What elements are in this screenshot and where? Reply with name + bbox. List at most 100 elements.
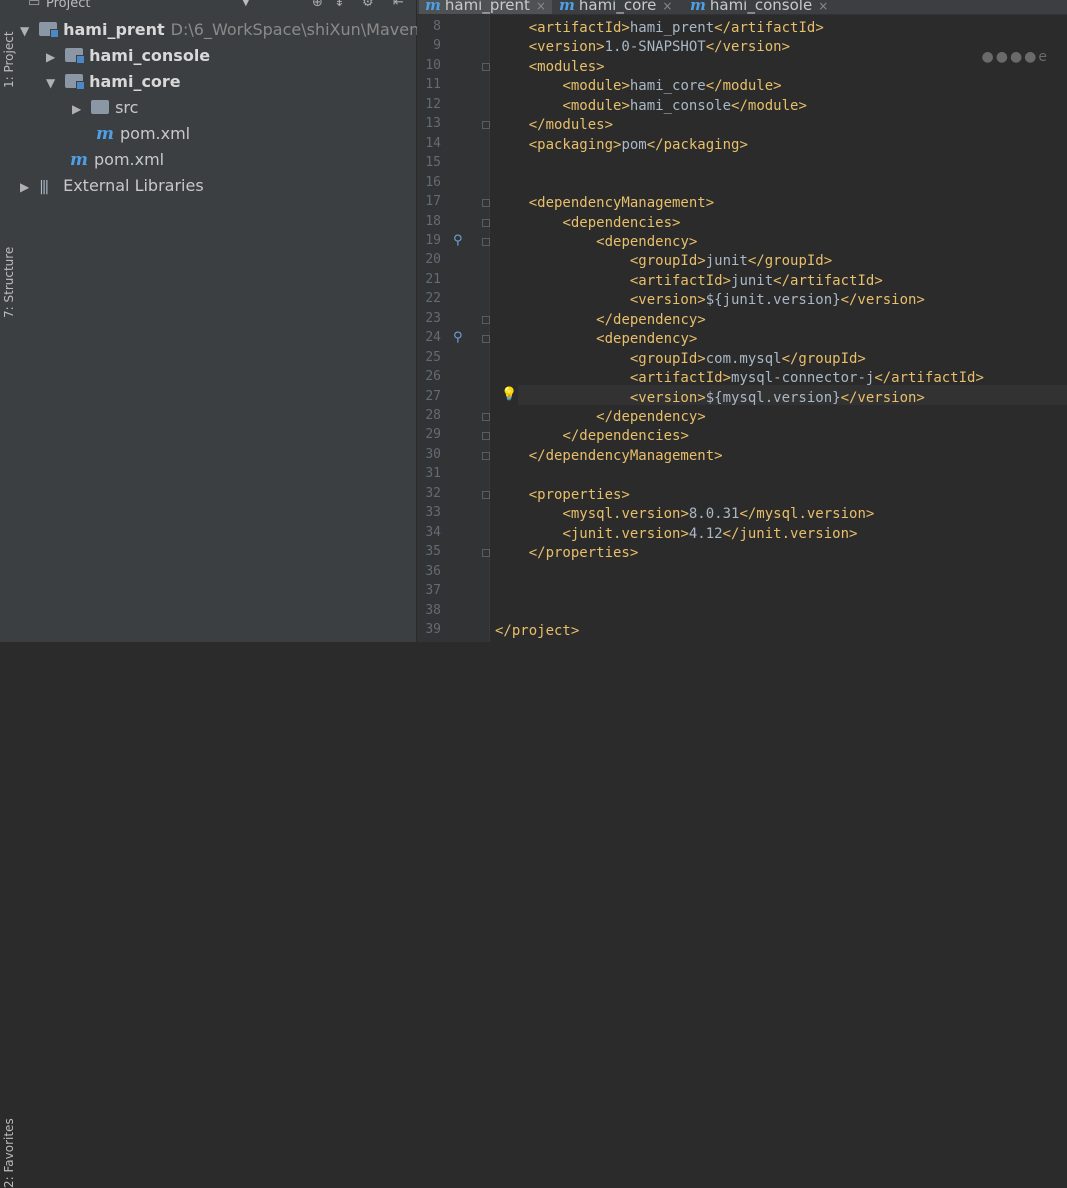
tab-hami-prent[interactable]: m hami_prent × <box>419 0 552 14</box>
line-number: 26 <box>425 369 441 385</box>
code-line[interactable]: <artifactId>junit</artifactId> <box>495 273 883 289</box>
line-number: 34 <box>425 524 441 540</box>
tree-item-hami-core[interactable]: ▼ hami_core <box>46 69 181 95</box>
code-line[interactable]: <properties> <box>495 487 630 503</box>
code-line[interactable]: <version>1.0-SNAPSHOT</version> <box>495 39 790 55</box>
fold-marker-icon[interactable] <box>482 237 490 246</box>
expand-arrow-icon[interactable]: ▼ <box>46 70 60 96</box>
code-line[interactable]: <modules> <box>495 59 605 75</box>
tab-label: hami_prent <box>444 0 530 14</box>
line-number: 28 <box>425 408 441 423</box>
code-line[interactable]: </project> <box>495 623 579 639</box>
code-line[interactable]: <groupId>com.mysql</groupId> <box>495 351 866 367</box>
tree-item-label: hami_core <box>89 72 181 91</box>
fold-marker-icon[interactable] <box>482 490 490 499</box>
project-panel-title: Project <box>46 0 91 11</box>
tree-item-path: D:\6_WorkSpace\shiXun\MavenU <box>170 20 431 39</box>
line-number: 17 <box>425 194 441 210</box>
tree-item-external-libraries[interactable]: ▶ ||| External Libraries <box>20 173 204 199</box>
line-number: 10 <box>425 57 441 73</box>
tree-item-hami-console[interactable]: ▶ hami_console <box>46 43 210 69</box>
tab-structure[interactable]: 7: Structure <box>0 108 16 318</box>
line-number: 20 <box>425 252 441 268</box>
code-line[interactable]: </dependencyManagement> <box>495 448 723 464</box>
tree-item-root-pom[interactable]: m pom.xml <box>70 147 164 173</box>
fold-marker-icon[interactable] <box>482 62 490 71</box>
code-line[interactable]: </modules> <box>495 117 613 133</box>
code-line[interactable]: </properties> <box>495 545 639 561</box>
browser-preview-icons[interactable]: ●●●●e <box>982 49 1049 65</box>
tab-label: hami_core <box>578 0 657 14</box>
code-line[interactable]: <module>hami_console</module> <box>495 98 806 114</box>
line-number: 33 <box>425 505 441 521</box>
code-line[interactable]: <packaging>pom</packaging> <box>495 137 748 153</box>
gear-icon[interactable]: ⚙ <box>362 0 374 9</box>
dependency-marker-icon[interactable]: ⚲ <box>453 331 465 345</box>
fold-marker-icon[interactable] <box>482 413 490 421</box>
code-line[interactable]: </dependencies> <box>495 428 688 444</box>
tab-hami-console[interactable]: m hami_console × <box>684 0 834 14</box>
code-line[interactable]: <dependency> <box>495 234 697 250</box>
code-line[interactable]: <junit.version>4.12</junit.version> <box>495 526 857 542</box>
tree-item-hami-prent[interactable]: ▼ hami_prent D:\6_WorkSpace\shiXun\MavenU <box>20 17 431 43</box>
maven-file-icon: m <box>559 0 575 14</box>
locate-icon[interactable]: ⊕ <box>312 0 323 9</box>
fold-marker-icon[interactable] <box>482 315 490 324</box>
chevron-down-icon[interactable]: ▼ <box>242 0 250 9</box>
tab-label: hami_console <box>709 0 813 14</box>
line-number: 32 <box>425 485 441 501</box>
close-icon[interactable]: × <box>818 0 828 13</box>
line-number: 31 <box>425 466 441 482</box>
tab-hami-core[interactable]: m hami_core × <box>553 0 678 14</box>
line-number: 38 <box>425 602 441 618</box>
tab-structure-label: 7: Structure <box>2 246 16 318</box>
collapse-arrow-icon[interactable]: ▶ <box>20 174 34 200</box>
code-line[interactable]: <artifactId>mysql-connector-j</artifactI… <box>495 370 984 386</box>
tree-item-label: hami_prent <box>63 20 165 39</box>
hide-panel-icon[interactable]: ⇤ <box>393 0 404 9</box>
tool-window-strip: 1: Project 7: Structure 2: Favorites <box>0 0 17 1188</box>
collapse-arrow-icon[interactable]: ▶ <box>46 44 60 70</box>
code-line[interactable]: <dependencyManagement> <box>495 195 714 211</box>
collapse-all-icon[interactable]: ⇟ <box>334 0 345 9</box>
tree-item-label: pom.xml <box>120 124 191 143</box>
code-line[interactable]: <dependencies> <box>495 215 680 231</box>
code-line[interactable]: <dependency> <box>495 331 697 347</box>
code-line[interactable]: <version>${junit.version}</version> <box>495 292 925 308</box>
fold-marker-icon[interactable] <box>482 218 490 227</box>
code-line[interactable]: <mysql.version>8.0.31</mysql.version> <box>495 506 874 522</box>
code-line[interactable]: <artifactId>hami_prent</artifactId> <box>495 20 824 36</box>
editor-tab-bar: m hami_prent × m hami_core × m hami_console × <box>417 0 1067 15</box>
line-number: 37 <box>425 583 441 599</box>
line-number: 11 <box>425 77 441 93</box>
code-line[interactable]: </dependency> <box>495 312 706 328</box>
close-icon[interactable]: × <box>662 0 672 13</box>
code-line[interactable]: </dependency> <box>495 409 706 425</box>
line-number: 35 <box>425 544 441 560</box>
tab-favorites[interactable]: 2: Favorites <box>0 548 16 1188</box>
collapse-arrow-icon[interactable]: ▶ <box>72 96 86 122</box>
fold-marker-icon[interactable] <box>482 451 490 460</box>
close-icon[interactable]: × <box>536 0 546 13</box>
code-line[interactable]: <groupId>junit</groupId> <box>495 253 832 269</box>
tree-item-core-pom[interactable]: m pom.xml <box>96 121 190 147</box>
tab-project[interactable]: 1: Project <box>0 0 16 90</box>
fold-marker-icon[interactable] <box>482 199 490 208</box>
fold-marker-icon[interactable] <box>482 432 490 441</box>
code-line[interactable]: <module>hami_core</module> <box>495 78 781 94</box>
fold-marker-icon[interactable] <box>482 121 490 130</box>
code-line[interactable]: <version>${mysql.version}</version> <box>495 390 925 406</box>
dependency-marker-icon[interactable]: ⚲ <box>453 233 465 248</box>
tab-project-label: 1: Project <box>2 31 16 88</box>
code-editor[interactable]: 💡 ●●●●e <artifactId>hami_prent</artifact… <box>490 15 1067 642</box>
line-number: 27 <box>425 388 441 404</box>
line-number: 13 <box>425 116 441 132</box>
maven-file-icon: m <box>425 0 441 14</box>
tree-item-src[interactable]: ▶ src <box>72 95 138 121</box>
editor-gutter[interactable]: 8 9 10 11 12 13 14 15 16 17 18 19 ⚲ 20 21 22 23 24 ⚲ 25 26 27… <box>417 15 490 642</box>
line-number: 29 <box>425 427 441 443</box>
project-panel: ▭ Project ▼ ⊕ ⇟ ⚙ ⇤ ▼ hami_prent D:\6_Wor… <box>16 0 431 642</box>
fold-marker-icon[interactable] <box>482 549 490 558</box>
fold-marker-icon[interactable] <box>482 335 490 344</box>
expand-arrow-icon[interactable]: ▼ <box>20 18 34 44</box>
